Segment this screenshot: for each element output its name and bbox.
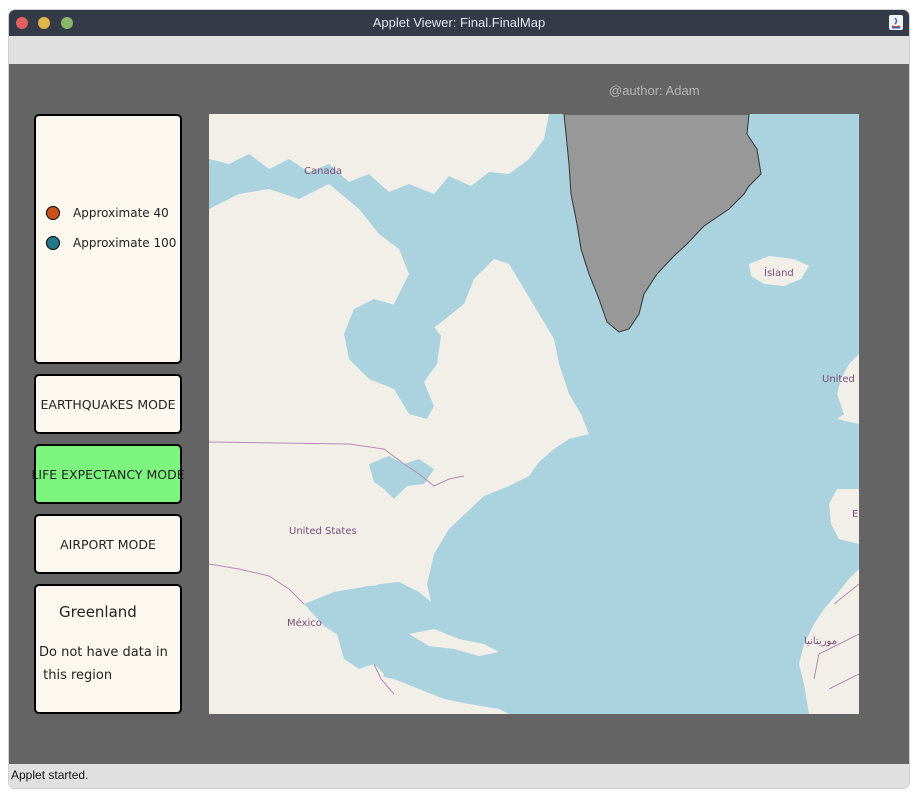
map-label-mauritania: موريتانيا <box>804 636 837 647</box>
region-message: Do not have data in this region <box>39 641 168 687</box>
status-bar: Applet started. <box>9 764 909 788</box>
legend-panel: Approximate 40 Approximate 100 <box>34 114 182 364</box>
legend-label: Approximate 40 <box>73 206 169 220</box>
region-info-panel: Greenland Do not have data in this regio… <box>34 584 182 714</box>
map-label-canada: Canada <box>304 166 342 177</box>
legend-marker-teal-icon <box>46 236 60 250</box>
legend-marker-orange-icon <box>46 206 60 220</box>
map-label-united-states: United States <box>289 526 357 537</box>
map-label-east-edge: E <box>852 509 858 520</box>
map-label-mexico: México <box>287 617 322 629</box>
legend-item: Approximate 100 <box>46 236 176 250</box>
region-message-line: this region <box>39 668 113 683</box>
legend-item: Approximate 40 <box>46 206 169 220</box>
life-expectancy-mode-button[interactable]: LIFE EXPECTANCY MODE <box>31 444 185 504</box>
java-app-icon <box>889 15 903 30</box>
menu-bar <box>9 36 909 64</box>
status-text: Applet started. <box>11 768 89 782</box>
region-name: Greenland <box>59 603 137 621</box>
title-bar[interactable]: Applet Viewer: Final.FinalMap <box>9 10 909 36</box>
earthquakes-mode-button[interactable]: EARTHQUAKES MODE <box>34 374 182 434</box>
author-label: @author: Adam <box>609 83 700 98</box>
applet-canvas: @author: Adam Approximate 40 Approximate… <box>9 64 909 764</box>
region-message-line: Do not have data in <box>39 645 168 660</box>
map-label-united-kingdom: United <box>822 374 855 385</box>
world-map[interactable]: Canada United States México Ísland Unite… <box>209 114 859 714</box>
applet-window: Applet Viewer: Final.FinalMap @author: A… <box>9 10 909 788</box>
map-label-iceland: Ísland <box>764 266 794 279</box>
legend-label: Approximate 100 <box>73 236 177 250</box>
airport-mode-button[interactable]: AIRPORT MODE <box>34 514 182 574</box>
window-title: Applet Viewer: Final.FinalMap <box>372 15 546 30</box>
